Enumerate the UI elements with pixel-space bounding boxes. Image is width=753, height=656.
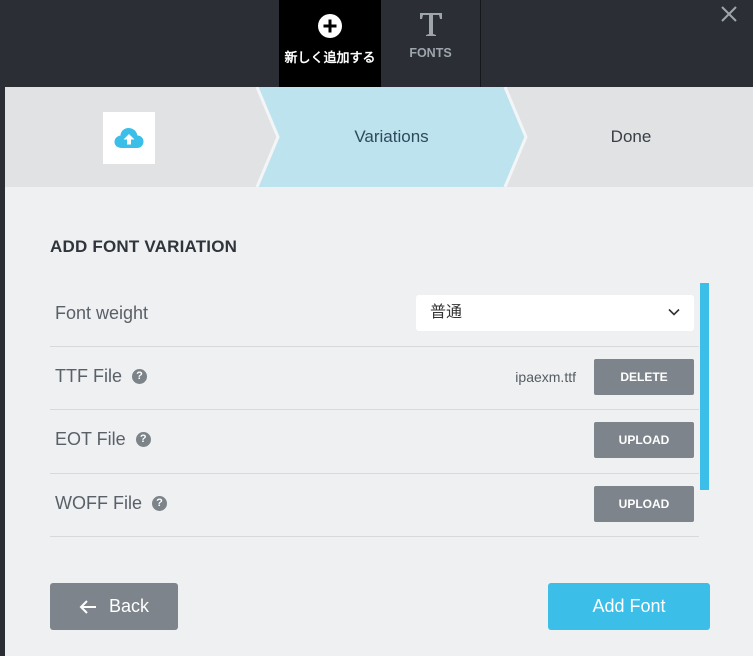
back-button[interactable]: Back [50, 583, 178, 630]
ttf-help-icon[interactable]: ? [132, 369, 147, 384]
plus-circle-icon [318, 14, 342, 38]
ttf-file-label: TTF File [55, 366, 122, 386]
section-title: ADD FONT VARIATION [50, 237, 238, 256]
step-indicator: Variations Done [5, 87, 753, 187]
font-weight-select[interactable]: 普通 [416, 295, 694, 331]
woff-file-label: WOFF File [55, 493, 142, 513]
add-font-button[interactable]: Add Font [548, 583, 710, 630]
woff-file-row: WOFF File ? UPLOAD [50, 473, 699, 537]
eot-help-icon[interactable]: ? [135, 432, 151, 447]
font-weight-value: 普通 [430, 304, 463, 321]
close-icon[interactable] [719, 4, 739, 24]
ttf-delete-button[interactable]: DELETE [594, 359, 694, 395]
cloud-upload-icon [114, 128, 144, 148]
woff-help-icon[interactable]: ? [152, 496, 167, 511]
tab-fonts[interactable]: FONTS [381, 0, 481, 87]
tab-add-new-label: 新しく追加する [284, 50, 376, 65]
font-weight-label: Font weight [55, 303, 149, 323]
chevron-down-icon [668, 308, 680, 316]
text-t-icon [419, 13, 442, 36]
ttf-filename: ipaexm.ttf [515, 369, 576, 385]
back-label: Back [108, 596, 150, 616]
ttf-file-row: TTF File ? ipaexm.ttf DELETE [50, 346, 699, 410]
tab-add-new[interactable]: 新しく追加する [279, 0, 381, 87]
step-done[interactable]: Done [526, 87, 736, 187]
step-variations[interactable]: Variations [278, 87, 505, 187]
tab-fonts-label: FONTS [409, 46, 452, 60]
step-upload[interactable] [103, 112, 155, 164]
scrollbar[interactable] [700, 283, 709, 490]
font-weight-row: Font weight 普通 [50, 283, 699, 347]
top-bar: 新しく追加する FONTS [0, 0, 753, 87]
add-font-panel: Variations Done ADD FONT VARIATION Font … [5, 87, 753, 656]
eot-upload-button[interactable]: UPLOAD [594, 422, 694, 458]
eot-file-label: EOT File [55, 429, 126, 449]
woff-upload-button[interactable]: UPLOAD [594, 486, 694, 522]
arrow-left-icon [79, 599, 96, 614]
eot-file-row: EOT File ? UPLOAD [50, 409, 699, 474]
